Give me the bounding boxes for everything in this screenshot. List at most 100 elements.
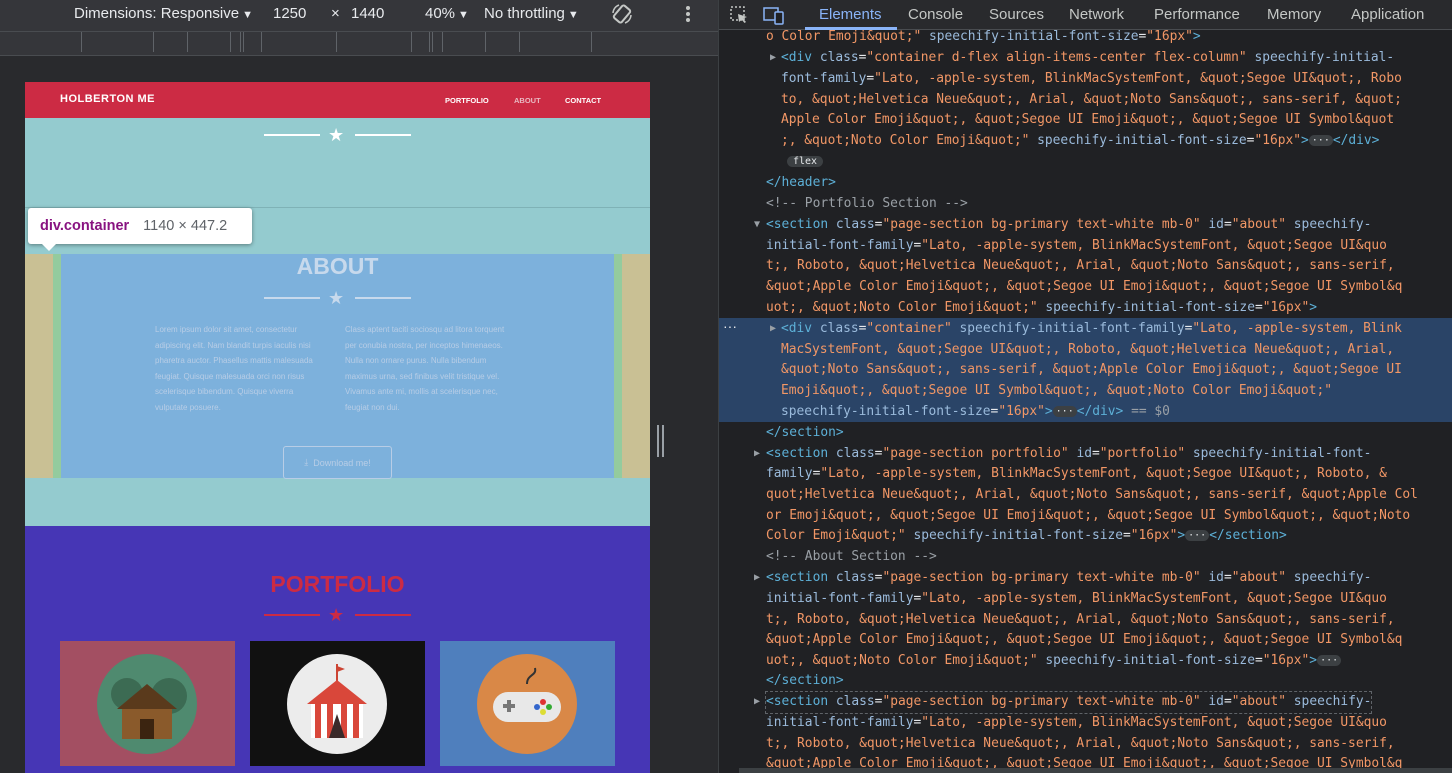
site-brand[interactable]: HOLBERTON ME: [60, 93, 155, 105]
dom-line: font-family="Lato, -apple-system, BlinkM…: [781, 71, 1402, 86]
dom-line: uot;, &quot;Noto Color Emoji&quot;" spee…: [766, 300, 1318, 315]
expand-arrow-icon[interactable]: ▶: [754, 568, 760, 589]
divider-line: [264, 134, 320, 136]
dom-line: or Emoji&quot;, &quot;Segoe UI Emoji&quo…: [766, 508, 1411, 523]
portfolio-item-cabin[interactable]: [60, 641, 235, 766]
game-controller-icon: [477, 654, 577, 754]
dimensions-dropdown[interactable]: Dimensions: Responsive ▼: [74, 5, 253, 22]
dom-line: uot;, &quot;Noto Color Emoji&quot;" spee…: [766, 651, 1342, 672]
dom-line: </section>: [766, 425, 844, 440]
nav-about[interactable]: ABOUT: [514, 96, 541, 105]
tab-network[interactable]: Network: [1069, 6, 1124, 23]
node-ellipsis-icon[interactable]: ···: [723, 318, 737, 334]
tab-application[interactable]: Application: [1351, 6, 1424, 23]
padding-overlay-right: [614, 254, 622, 478]
selected-node-marker: == $0: [1131, 404, 1170, 419]
dom-line: t;, Roboto, &quot;Helvetica Neue&quot;, …: [766, 258, 1395, 273]
caret-down-icon: ▼: [242, 9, 253, 21]
dom-line: initial-font-family="Lato, -apple-system…: [766, 591, 1387, 606]
collapse-arrow-icon[interactable]: ▼: [754, 215, 760, 236]
padding-overlay-left: [53, 254, 61, 478]
dom-line-selected[interactable]: <div class="container" speechify-initial…: [781, 319, 1402, 340]
dom-line[interactable]: <div class="container d-flex align-items…: [781, 48, 1394, 69]
dom-line: MacSystemFont, &quot;Segoe UI&quot;, Rob…: [781, 342, 1395, 357]
portfolio-title: PORTFOLIO: [270, 571, 405, 597]
dom-line: t;, Roboto, &quot;Helvetica Neue&quot;, …: [766, 612, 1395, 627]
times-separator: ×: [331, 5, 340, 22]
nav-contact[interactable]: CONTACT: [565, 96, 601, 105]
dom-line: flex: [787, 152, 824, 173]
margin-overlay-right: [622, 254, 650, 478]
cabin-icon: [97, 654, 197, 754]
device-toolbar: Dimensions: Responsive ▼ 1250 × 1440 40% ▼…: [0, 0, 718, 32]
divider-line: [355, 134, 411, 136]
dom-line: &quot;Apple Color Emoji&quot;, &quot;Seg…: [766, 632, 1403, 647]
tab-console[interactable]: Console: [908, 6, 963, 23]
dom-line: &quot;Noto Sans&quot;, sans-serif, &quot…: [781, 362, 1402, 377]
height-input[interactable]: 1440: [351, 5, 384, 22]
tab-sources[interactable]: Sources: [989, 6, 1044, 23]
dom-line: t;, Roboto, &quot;Helvetica Neue&quot;, …: [766, 736, 1395, 751]
devtools-panel: Elements Console Sources Network Perform…: [718, 0, 1452, 773]
caret-down-icon: ▼: [567, 9, 579, 21]
dom-line[interactable]: <section class="page-section bg-primary …: [764, 691, 1373, 714]
portfolio-item-circus[interactable]: [250, 641, 425, 766]
page-viewport: HOLBERTON ME PORTFOLIO ABOUT CONTACT ★ A…: [25, 82, 650, 773]
divider-line: [355, 614, 411, 616]
dom-line: ;, &quot;Noto Color Emoji&quot;" speechi…: [781, 133, 1380, 148]
tab-elements[interactable]: Elements: [819, 6, 882, 23]
nav-portfolio[interactable]: PORTFOLIO: [445, 96, 489, 105]
expand-arrow-icon[interactable]: ▶: [770, 319, 776, 340]
dom-line: family="Lato, -apple-system, BlinkMacSys…: [766, 466, 1387, 481]
dom-line: Color Emoji&quot;" speechify-initial-fon…: [766, 528, 1287, 543]
divider-line: [355, 297, 411, 299]
star-icon: ★: [328, 125, 345, 145]
media-query-ruler[interactable]: [0, 32, 718, 56]
horizontal-scrollbar[interactable]: [739, 768, 1452, 773]
about-text-left: Lorem ipsum dolor sit amet, consectetur …: [155, 325, 313, 412]
download-button[interactable]: ⤓ Download me!: [283, 446, 392, 479]
dom-line[interactable]: <section class="page-section bg-primary …: [766, 568, 1371, 589]
dom-line: quot;Helvetica Neue&quot;, Arial, &quot;…: [766, 487, 1418, 502]
tooltip-dimensions: 1140 × 447.2: [143, 218, 228, 234]
margin-overlay-left: [25, 254, 53, 478]
dom-line: &quot;Apple Color Emoji&quot;, &quot;Seg…: [766, 279, 1403, 294]
about-title: ABOUT: [296, 253, 379, 279]
expand-arrow-icon[interactable]: ▶: [770, 48, 776, 69]
dom-line: speechify-initial-font-size="16px"> ··· </…: [781, 404, 1170, 419]
width-input[interactable]: 1250: [273, 5, 306, 22]
dom-line: initial-font-family="Lato, -apple-system…: [766, 715, 1387, 730]
tab-performance[interactable]: Performance: [1154, 6, 1240, 23]
rotate-icon[interactable]: [611, 3, 633, 29]
site-navbar: HOLBERTON ME PORTFOLIO ABOUT CONTACT: [25, 82, 650, 118]
star-icon: ★: [328, 605, 345, 625]
throttling-label: No throttling: [484, 5, 565, 22]
tab-memory[interactable]: Memory: [1267, 6, 1321, 23]
throttling-dropdown[interactable]: No throttling ▼: [484, 5, 579, 22]
expand-arrow-icon[interactable]: ▶: [754, 444, 760, 465]
expand-arrow-icon[interactable]: ▶: [754, 692, 760, 713]
inspect-tooltip: div.container 1140 × 447.2: [28, 208, 252, 251]
tooltip-selector: div.container: [40, 218, 130, 234]
inspect-element-icon[interactable]: [729, 5, 749, 30]
dom-line: <!-- Portfolio Section -->: [766, 196, 968, 211]
portfolio-item-game[interactable]: [440, 641, 615, 766]
dimensions-label: Dimensions: Responsive: [74, 5, 240, 22]
more-options-icon[interactable]: [682, 3, 694, 29]
dom-line: Emoji&quot;, &quot;Segoe UI Symbol&quot;…: [781, 383, 1333, 398]
dom-line: o Color Emoji&quot;" speechify-initial-f…: [766, 29, 1201, 44]
resize-handle[interactable]: [657, 425, 664, 457]
circus-tent-icon: [287, 654, 387, 754]
dom-line: <!-- About Section -->: [766, 549, 937, 564]
divider-line: [264, 614, 320, 616]
divider-line: [264, 297, 320, 299]
dom-line: </header>: [766, 175, 836, 190]
dom-line: to, &quot;Helvetica Neue&quot;, Arial, &…: [781, 92, 1402, 107]
portfolio-section: PORTFOLIO ★: [25, 526, 650, 773]
zoom-dropdown[interactable]: 40% ▼: [425, 5, 469, 22]
dom-line[interactable]: <section class="page-section bg-primary …: [766, 215, 1371, 236]
download-label: Download me!: [313, 457, 371, 468]
device-emulation-pane: Dimensions: Responsive ▼ 1250 × 1440 40% ▼…: [0, 0, 718, 773]
dom-line: initial-font-family="Lato, -apple-system…: [766, 238, 1387, 253]
dom-line[interactable]: <section class="page-section portfolio" …: [766, 444, 1371, 465]
